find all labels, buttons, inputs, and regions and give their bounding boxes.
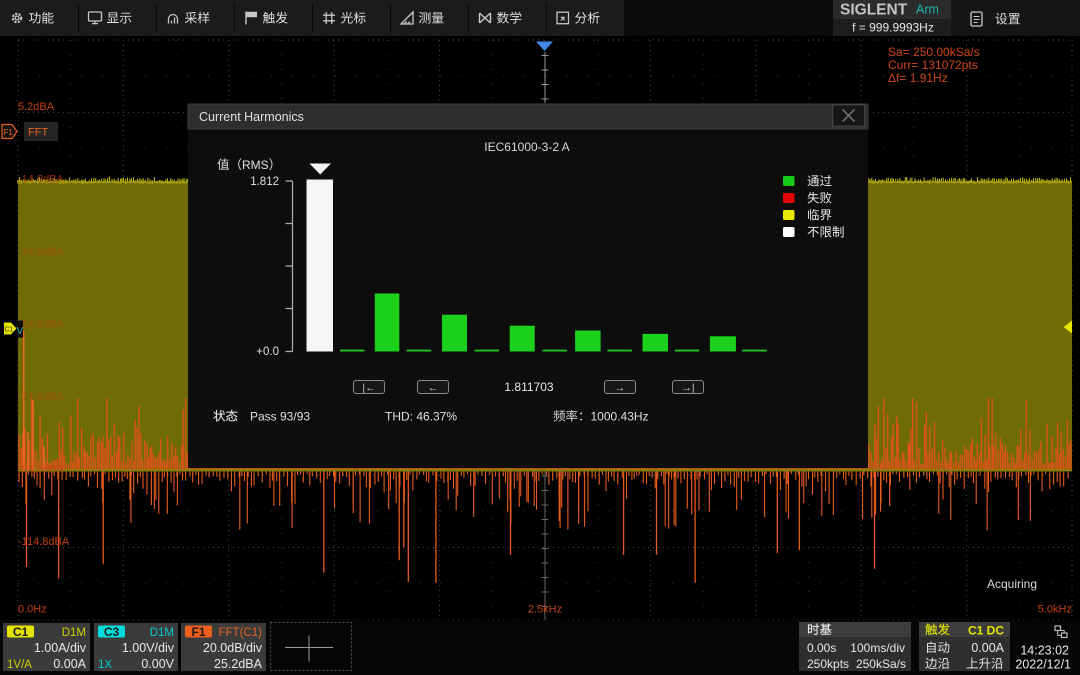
- svg-text:-54.8dBA: -54.8dBA: [18, 319, 65, 331]
- svg-text:Current Harmonics: Current Harmonics: [199, 110, 304, 124]
- svg-text:C3: C3: [104, 625, 120, 639]
- svg-text:V: V: [17, 326, 24, 337]
- svg-text:-94.8dBA: -94.8dBA: [18, 464, 65, 476]
- svg-text:→: →: [615, 382, 626, 394]
- svg-text:-34.8dBA: -34.8dBA: [18, 246, 65, 258]
- svg-text:0.00V: 0.00V: [141, 657, 174, 671]
- svg-text:Δf= 1.91Hz: Δf= 1.91Hz: [888, 71, 948, 85]
- svg-text:THD: 46.37%: THD: 46.37%: [385, 410, 457, 424]
- svg-text:→|: →|: [681, 382, 694, 394]
- svg-text:2.5kHz: 2.5kHz: [528, 604, 562, 616]
- svg-text:Sa= 250.00kSa/s: Sa= 250.00kSa/s: [888, 45, 980, 59]
- svg-text:5.0kHz: 5.0kHz: [1038, 604, 1072, 616]
- svg-text:-74.8dBA: -74.8dBA: [18, 391, 65, 403]
- svg-text:100ms/div: 100ms/div: [850, 641, 905, 655]
- svg-text:C1: C1: [5, 327, 14, 334]
- svg-text:0.0Hz: 0.0Hz: [18, 604, 47, 616]
- svg-text:-14.8dBA: -14.8dBA: [18, 174, 65, 186]
- svg-text:20.0dB/div: 20.0dB/div: [203, 641, 263, 655]
- svg-text:C1: C1: [13, 625, 29, 639]
- svg-text:C1 DC: C1 DC: [968, 624, 1004, 638]
- svg-text:250kSa/s: 250kSa/s: [856, 657, 906, 671]
- svg-text:f = 999.9993Hz: f = 999.9993Hz: [852, 21, 934, 35]
- svg-text:1.00A/div: 1.00A/div: [34, 641, 87, 655]
- svg-text:←: ←: [428, 382, 439, 394]
- svg-text:|←: |←: [362, 382, 375, 394]
- svg-text:14:23:02: 14:23:02: [1020, 644, 1069, 658]
- svg-text:1V/A: 1V/A: [7, 659, 32, 671]
- svg-text:SIGLENT: SIGLENT: [840, 2, 908, 19]
- svg-text:2022/12/1: 2022/12/1: [1015, 658, 1071, 672]
- svg-text:1.00V/div: 1.00V/div: [122, 641, 175, 655]
- svg-text:RMS: RMS: [242, 158, 269, 172]
- svg-text:0.00A: 0.00A: [53, 657, 86, 671]
- svg-text:+0.0: +0.0: [256, 346, 279, 358]
- svg-text:IEC61000-3-2 A: IEC61000-3-2 A: [484, 140, 569, 154]
- svg-text:25.2dBA: 25.2dBA: [214, 657, 263, 671]
- svg-text:FFT(C1): FFT(C1): [219, 627, 263, 639]
- svg-text:D1M: D1M: [62, 627, 86, 639]
- svg-text:Pass 93/93: Pass 93/93: [250, 410, 310, 424]
- svg-text:D1M: D1M: [150, 627, 174, 639]
- svg-text:1X: 1X: [98, 659, 112, 671]
- svg-text:Acquiring: Acquiring: [987, 577, 1037, 591]
- svg-text:0.00A: 0.00A: [971, 641, 1004, 655]
- svg-text:1.811703: 1.811703: [504, 380, 553, 394]
- svg-text:-114.8dBA: -114.8dBA: [18, 536, 70, 548]
- svg-text:1.812: 1.812: [250, 176, 279, 188]
- svg-text:250kpts: 250kpts: [807, 657, 849, 671]
- svg-text:Arm: Arm: [916, 3, 939, 17]
- svg-text:FFT: FFT: [28, 127, 48, 139]
- svg-text:F1: F1: [191, 625, 205, 639]
- svg-text:1000.43Hz: 1000.43Hz: [591, 409, 649, 423]
- svg-text:5.2dBA: 5.2dBA: [18, 101, 55, 113]
- svg-text:0.00s: 0.00s: [807, 641, 836, 655]
- svg-text:Curr= 131072pts: Curr= 131072pts: [888, 58, 978, 72]
- svg-text:F1: F1: [4, 128, 14, 137]
